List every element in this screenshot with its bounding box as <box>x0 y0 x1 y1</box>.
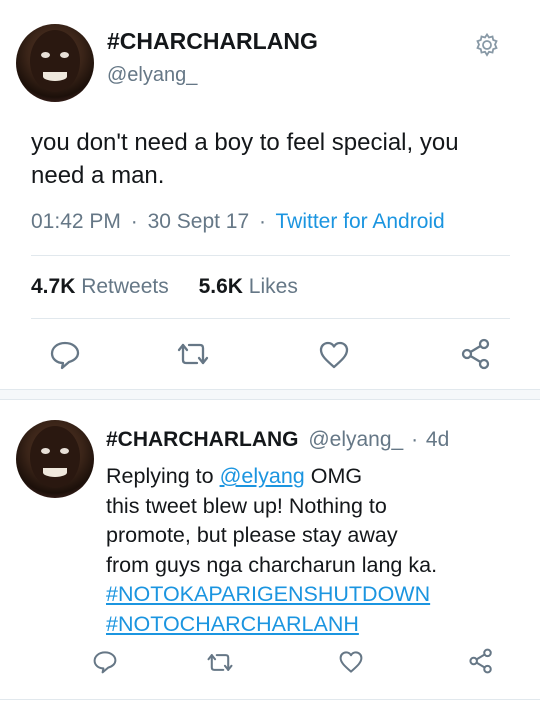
reply-line: this tweet blew up! Nothing to <box>106 493 387 518</box>
reply-icon[interactable] <box>49 340 81 370</box>
reply-line-text: OMG <box>310 464 363 488</box>
handle[interactable]: @elyang_ <box>308 428 403 451</box>
tweet-source-link[interactable]: Twitter for Android <box>275 210 444 233</box>
tweet-date: 30 Sept 17 <box>147 210 250 233</box>
divider <box>0 399 540 400</box>
tweet-text: you don't need a boy to feel special, yo… <box>31 126 459 192</box>
tweet-stats: 4.7K Retweets 5.6K Likes <box>31 275 298 299</box>
avatar[interactable] <box>16 24 94 102</box>
reply-header: #CHARCHARLANG @elyang_ · 4d <box>106 428 449 452</box>
retweets-label: Retweets <box>81 275 169 298</box>
replying-prefix: Replying to <box>106 464 214 488</box>
handle[interactable]: @elyang_ <box>107 64 197 87</box>
reply-line: promote, but please stay away <box>106 523 398 547</box>
likes-count: 5.6K <box>198 275 243 298</box>
heart-icon[interactable] <box>318 340 350 370</box>
separator-dot: · <box>411 428 419 451</box>
reply-icon[interactable] <box>92 650 118 674</box>
gear-icon[interactable] <box>474 32 500 58</box>
share-icon[interactable] <box>460 338 492 370</box>
tweet-age: 4d <box>425 428 450 451</box>
tweet-text-line: need a man. <box>31 162 165 189</box>
likes-stat[interactable]: 5.6K Likes <box>199 275 298 298</box>
separator-dot: · <box>259 210 267 233</box>
retweets-count: 4.7K <box>31 275 76 298</box>
likes-label: Likes <box>248 275 298 298</box>
tweet-meta: 01:42 PM · 30 Sept 17 · Twitter for Andr… <box>31 210 445 234</box>
tweet-text-line: you don't need a boy to feel special, yo… <box>31 129 459 156</box>
tweet-time: 01:42 PM <box>31 210 121 233</box>
hashtag-link[interactable]: #NOTOKAPARIGENSHUTDOWN <box>106 580 430 610</box>
reply-line: from guys nga charcharun lang ka. <box>106 552 438 577</box>
separator-dot: · <box>130 210 138 233</box>
display-name[interactable]: #CHARCHARLANG <box>107 28 318 55</box>
heart-icon[interactable] <box>338 650 364 674</box>
hashtag-link[interactable]: #NOTOCHARCHARLANH <box>106 610 359 640</box>
retweet-icon[interactable] <box>205 651 235 674</box>
display-name[interactable]: #CHARCHARLANG <box>106 428 299 451</box>
reply-line: Replying to @elyang OMG <box>106 462 437 492</box>
mention-link[interactable]: @elyang <box>220 464 305 488</box>
reply-text: Replying to @elyang OMG this tweet blew … <box>106 462 437 639</box>
avatar[interactable] <box>16 420 94 498</box>
retweet-icon[interactable] <box>175 340 211 368</box>
section-separator <box>0 389 540 399</box>
divider <box>31 318 510 319</box>
divider <box>0 699 540 700</box>
divider <box>0 389 540 390</box>
retweets-stat[interactable]: 4.7K Retweets <box>31 275 175 298</box>
share-icon[interactable] <box>468 648 494 674</box>
divider <box>31 255 510 256</box>
